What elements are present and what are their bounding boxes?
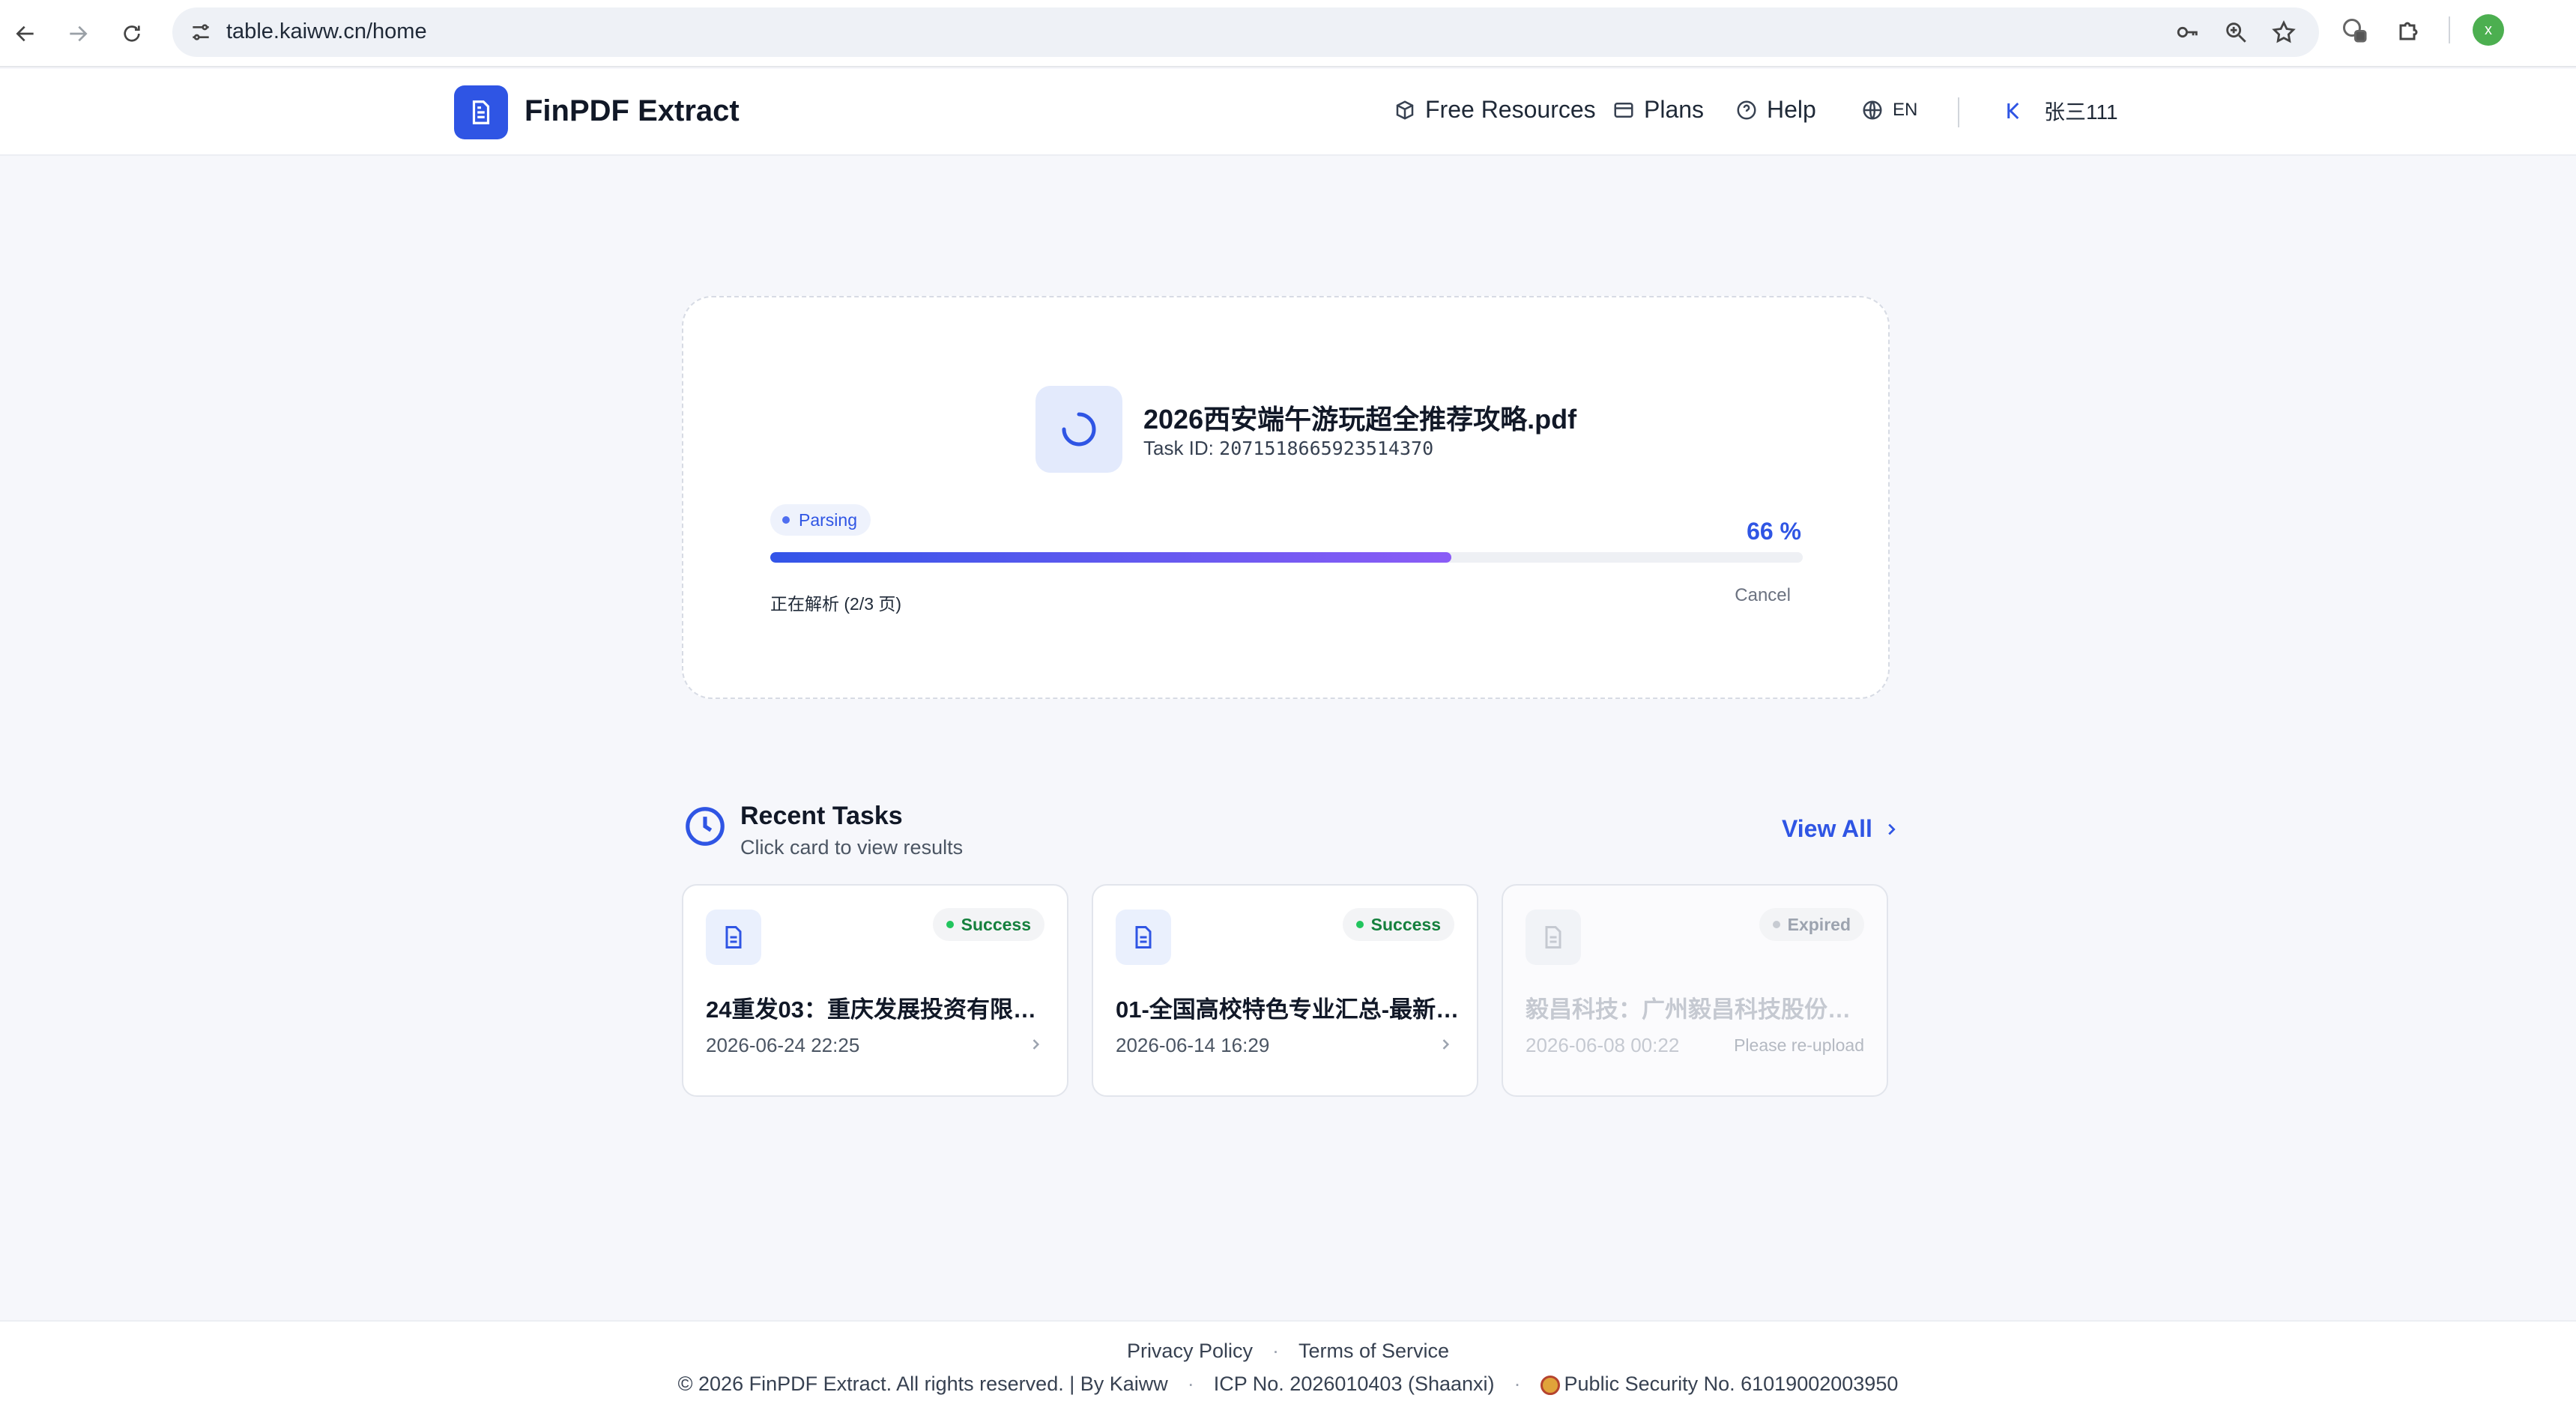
recent-tasks-title: Recent Tasks — [740, 802, 903, 830]
reupload-note: Please re-upload — [1734, 1035, 1864, 1055]
copyright-text: © 2026 FinPDF Extract. All rights reserv… — [677, 1373, 1168, 1395]
upload-task-card: 2026西安端午游玩超全推荐攻略.pdf Task ID: 2071518665… — [682, 296, 1890, 699]
site-info-icon[interactable] — [189, 20, 213, 44]
footer-separator: · — [1187, 1373, 1194, 1395]
nav-free-resources[interactable]: Free Resources — [1394, 96, 1596, 124]
help-circle-icon — [1737, 100, 1756, 119]
extension-status-icon[interactable] — [2338, 13, 2371, 46]
cancel-button[interactable]: Cancel — [1735, 585, 1791, 606]
terms-of-service-link[interactable]: Terms of Service — [1298, 1340, 1449, 1363]
browser-toolbar: table.kaiww.cn/home x — [0, 0, 2576, 67]
brand-name[interactable]: FinPDF Extract — [524, 94, 740, 128]
recent-task-card[interactable]: Success 01-全国高校特色专业汇总-最新.pdf 2026-06-14 … — [1092, 884, 1478, 1097]
card-icon — [1614, 102, 1633, 118]
icp-link[interactable]: ICP No. 2026010403 (Shaanxi) — [1214, 1373, 1495, 1396]
task-date: 2026-06-08 00:22 — [1526, 1034, 1680, 1056]
status-label: Expired — [1787, 914, 1851, 934]
file-name: 2026西安端午游玩超全推荐攻略.pdf — [1143, 404, 1577, 435]
progress-bar — [770, 552, 1803, 563]
task-id: Task ID: 2071518665923514370 — [1143, 437, 1433, 460]
success-dot-icon — [946, 921, 954, 928]
progress-percent: 66 % — [1747, 518, 1801, 545]
header-divider — [1958, 97, 1959, 127]
status-badge: Expired — [1759, 908, 1864, 941]
clock-icon — [686, 807, 725, 846]
nav-help-label: Help — [1767, 96, 1816, 123]
box-icon — [1396, 100, 1414, 120]
status-badge: Success — [932, 908, 1044, 941]
public-security-text: Public Security No. 61019002003950 — [1564, 1373, 1899, 1395]
status-label: Success — [1370, 914, 1441, 934]
back-icon[interactable] — [4, 13, 46, 55]
status-label: Success — [961, 914, 1031, 934]
user-name: 张三111 — [2044, 100, 2118, 124]
password-key-icon[interactable] — [2174, 18, 2202, 46]
nav-plans[interactable]: Plans — [1612, 96, 1704, 124]
zoom-icon[interactable] — [2222, 18, 2250, 46]
profile-avatar[interactable]: x — [2473, 14, 2504, 46]
language-label: EN — [1893, 100, 1918, 120]
logo[interactable] — [454, 85, 508, 139]
footer-separator: · — [1514, 1373, 1521, 1395]
task-title: 毅昌科技：广州毅昌科技股份有限公司年度报告 — [1526, 996, 1870, 1023]
task-id-value: 2071518665923514370 — [1219, 438, 1434, 459]
status-badge: Success — [1342, 908, 1454, 941]
footer-separator: · — [1272, 1340, 1279, 1362]
address-bar[interactable]: table.kaiww.cn/home — [172, 7, 2319, 57]
nav-help[interactable]: Help — [1735, 96, 1816, 124]
reload-icon[interactable] — [111, 13, 153, 55]
recent-task-card[interactable]: Success 24重发03：重庆发展投资有限公司2024年面向专业投资者公开发… — [682, 884, 1068, 1097]
task-title: 01-全国高校特色专业汇总-最新.pdf — [1116, 996, 1460, 1023]
chevron-right-icon — [1032, 1039, 1040, 1050]
nav-plans-label: Plans — [1644, 96, 1705, 123]
task-date: 2026-06-14 16:29 — [1116, 1034, 1270, 1056]
user-menu[interactable]: 张三111 — [2002, 96, 2118, 126]
nav-free-resources-label: Free Resources — [1425, 96, 1596, 123]
forward-icon[interactable] — [57, 13, 99, 55]
success-dot-icon — [1355, 921, 1364, 928]
expired-dot-icon — [1772, 921, 1780, 928]
public-security-link[interactable]: Public Security No. 61019002003950 — [1540, 1373, 1899, 1396]
privacy-policy-link[interactable]: Privacy Policy — [1127, 1340, 1253, 1363]
user-k-logo-icon — [2007, 102, 2019, 120]
progress-fill — [770, 552, 1452, 563]
chevron-right-icon — [1442, 1039, 1450, 1050]
view-all-label: View All — [1782, 815, 1872, 842]
document-icon — [1116, 910, 1171, 965]
view-all-link[interactable]: View All — [1782, 815, 1899, 843]
url-text[interactable]: table.kaiww.cn/home — [226, 19, 427, 44]
app-header: FinPDF Extract Free Resources Plans Help… — [0, 69, 2576, 156]
language-switch[interactable]: EN — [1861, 99, 1917, 121]
task-id-label: Task ID: — [1143, 437, 1214, 459]
globe-icon — [1863, 100, 1882, 120]
document-icon — [1526, 910, 1581, 965]
extensions-puzzle-icon[interactable] — [2393, 13, 2426, 46]
progress-status-text: 正在解析 (2/3 页) — [770, 594, 902, 614]
status-badge: Parsing — [770, 504, 871, 536]
task-title: 24重发03：重庆发展投资有限公司2024年面向专业投资者公开发行公司债券 — [706, 996, 1050, 1023]
task-date: 2026-06-24 22:25 — [706, 1034, 860, 1056]
loading-spinner-icon — [1035, 386, 1122, 473]
bookmark-star-icon[interactable] — [2270, 18, 2298, 46]
recent-task-card[interactable]: Expired 毅昌科技：广州毅昌科技股份有限公司年度报告 2026-06-08… — [1502, 884, 1888, 1097]
status-dot-icon — [782, 516, 790, 524]
footer: Privacy Policy · Terms of Service © 2026… — [0, 1320, 2576, 1413]
police-emblem-icon — [1540, 1375, 1560, 1395]
recent-tasks-subtitle: Click card to view results — [740, 836, 964, 859]
chevron-right-icon — [1888, 823, 1896, 835]
document-icon — [706, 910, 761, 965]
status-label: Parsing — [799, 509, 857, 530]
toolbar-divider — [2449, 16, 2450, 43]
